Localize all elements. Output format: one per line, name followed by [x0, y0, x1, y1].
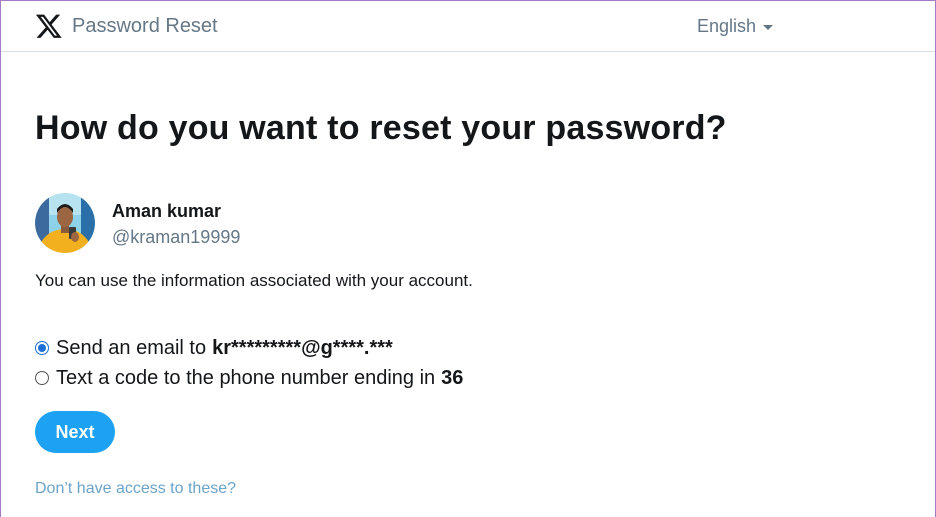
email-radio[interactable]	[35, 341, 49, 355]
no-access-link[interactable]: Don’t have access to these?	[35, 480, 236, 498]
account-text: Aman kumar @kraman19999	[112, 201, 240, 248]
option-email[interactable]: Send an email to kr*********@g****.***	[35, 333, 463, 363]
x-logo-icon[interactable]	[35, 12, 63, 40]
option-email-label: Send an email to	[56, 336, 207, 359]
next-button[interactable]: Next	[35, 411, 115, 453]
header-bar: Password Reset English	[1, 1, 935, 52]
option-email-value: kr*********@g****.***	[212, 336, 393, 359]
main-content: How do you want to reset your password?	[35, 109, 895, 497]
language-selector[interactable]: English	[697, 16, 774, 37]
account-name: Aman kumar	[112, 201, 222, 221]
caret-down-icon	[763, 25, 774, 30]
page-frame: Password Reset English How do you want t…	[0, 0, 936, 517]
header-title: Password Reset	[72, 15, 218, 37]
account-card: Aman kumar @kraman19999	[35, 193, 240, 253]
reset-options: Send an email to kr*********@g****.*** T…	[35, 333, 463, 393]
phone-radio[interactable]	[35, 371, 49, 385]
account-handle: @kraman19999	[112, 227, 241, 247]
avatar	[35, 193, 95, 253]
option-phone-value: 36	[441, 366, 464, 389]
language-label: English	[697, 16, 757, 36]
option-phone-label: Text a code to the phone number ending i…	[56, 366, 436, 389]
page-title: How do you want to reset your password?	[35, 109, 727, 147]
info-text: You can use the information associated w…	[35, 271, 473, 290]
option-phone[interactable]: Text a code to the phone number ending i…	[35, 363, 463, 393]
